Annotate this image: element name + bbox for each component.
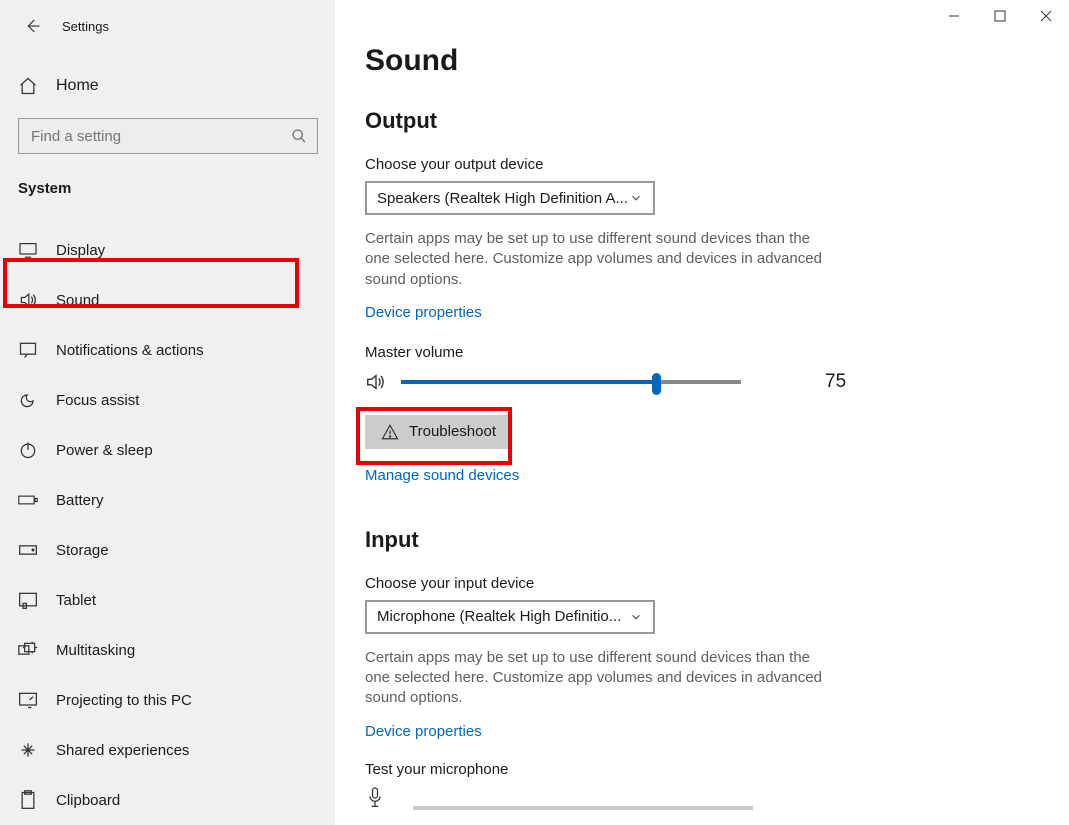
nav-label: Clipboard (56, 792, 120, 809)
close-icon (1040, 10, 1052, 22)
sidebar-item-tablet[interactable]: Tablet (0, 575, 335, 625)
sidebar-item-home[interactable]: Home (0, 64, 335, 108)
nav-label: Multitasking (56, 642, 135, 659)
nav-label: Battery (56, 492, 104, 509)
mic-test-block: Test your microphone (365, 761, 1039, 810)
input-description: Certain apps may be set up to use differ… (365, 648, 835, 709)
master-volume-label: Master volume (365, 344, 1039, 361)
volume-slider-thumb[interactable] (652, 373, 661, 395)
storage-icon (18, 543, 38, 557)
top-row: Settings (0, 8, 335, 44)
mic-level-bar (413, 806, 753, 810)
volume-slider-fill (401, 380, 656, 384)
search-container (0, 118, 335, 154)
settings-window: Settings Home System Display Sound (0, 0, 1069, 825)
shared-experiences-icon (18, 740, 38, 760)
nav-label: Shared experiences (56, 742, 189, 759)
output-device-selected: Speakers (Realtek High Definition A... (377, 190, 628, 207)
sidebar-item-battery[interactable]: Battery (0, 475, 335, 525)
window-title: Settings (62, 19, 109, 34)
tablet-icon (18, 591, 38, 609)
sidebar-item-clipboard[interactable]: Clipboard (0, 775, 335, 825)
volume-value: 75 (825, 371, 846, 393)
nav-label: Storage (56, 542, 109, 559)
search-icon (291, 128, 307, 144)
sidebar-item-shared-experiences[interactable]: Shared experiences (0, 725, 335, 775)
nav-label: Power & sleep (56, 442, 153, 459)
projecting-icon (18, 691, 38, 709)
titlebar-controls (931, 0, 1069, 32)
page-title: Sound (365, 44, 1039, 78)
search-box[interactable] (18, 118, 318, 154)
nav-label: Focus assist (56, 392, 139, 409)
input-device-label: Choose your input device (365, 575, 1039, 592)
chevron-down-icon (629, 610, 643, 624)
battery-icon (18, 493, 38, 507)
maximize-button[interactable] (977, 0, 1023, 32)
clipboard-icon (18, 790, 38, 810)
input-section: Input Choose your input device Microphon… (365, 527, 1039, 810)
troubleshoot-label: Troubleshoot (409, 423, 496, 440)
output-device-properties-link[interactable]: Device properties (365, 304, 482, 321)
sound-icon (18, 290, 38, 310)
power-icon (18, 440, 38, 460)
output-description: Certain apps may be set up to use differ… (365, 229, 835, 290)
home-icon (18, 76, 38, 96)
main-content: Sound Output Choose your output device S… (335, 0, 1069, 825)
minimize-button[interactable] (931, 0, 977, 32)
nav-label: Projecting to this PC (56, 692, 192, 709)
category-heading: System (0, 180, 335, 197)
nav-label: Sound (56, 292, 99, 309)
search-input[interactable] (29, 127, 291, 146)
input-device-dropdown[interactable]: Microphone (Realtek High Definitio... (365, 600, 655, 634)
volume-slider[interactable] (401, 380, 741, 384)
input-device-selected: Microphone (Realtek High Definitio... (377, 608, 621, 625)
sidebar-item-focus-assist[interactable]: Focus assist (0, 375, 335, 425)
sidebar-item-projecting[interactable]: Projecting to this PC (0, 675, 335, 725)
nav-list: Display Sound Notifications & actions Fo… (0, 225, 335, 825)
sidebar-item-multitasking[interactable]: Multitasking (0, 625, 335, 675)
sidebar-item-display[interactable]: Display (0, 225, 335, 275)
home-label: Home (56, 77, 99, 95)
warning-icon (381, 423, 399, 441)
display-icon (18, 242, 38, 258)
output-heading: Output (365, 108, 1039, 134)
close-button[interactable] (1023, 0, 1069, 32)
volume-row: 75 (365, 371, 1039, 393)
troubleshoot-button[interactable]: Troubleshoot (365, 415, 512, 449)
back-button[interactable] (22, 16, 42, 36)
input-heading: Input (365, 527, 1039, 553)
maximize-icon (994, 10, 1006, 22)
speaker-icon (365, 371, 387, 393)
notifications-icon (18, 340, 38, 360)
sidebar-item-power-sleep[interactable]: Power & sleep (0, 425, 335, 475)
manage-sound-devices-link[interactable]: Manage sound devices (365, 467, 519, 484)
minimize-icon (948, 10, 960, 22)
focus-assist-icon (18, 390, 38, 410)
arrow-left-icon (23, 17, 41, 35)
nav-label: Display (56, 242, 105, 259)
microphone-icon (365, 786, 385, 810)
sidebar: Settings Home System Display Sound (0, 0, 335, 825)
test-mic-label: Test your microphone (365, 761, 1039, 778)
sidebar-item-sound[interactable]: Sound (0, 275, 335, 325)
chevron-down-icon (629, 191, 643, 205)
sidebar-item-notifications[interactable]: Notifications & actions (0, 325, 335, 375)
output-device-label: Choose your output device (365, 156, 1039, 173)
sidebar-item-storage[interactable]: Storage (0, 525, 335, 575)
output-device-dropdown[interactable]: Speakers (Realtek High Definition A... (365, 181, 655, 215)
nav-label: Notifications & actions (56, 342, 204, 359)
multitasking-icon (18, 641, 38, 659)
nav-label: Tablet (56, 592, 96, 609)
input-device-properties-link[interactable]: Device properties (365, 723, 482, 740)
